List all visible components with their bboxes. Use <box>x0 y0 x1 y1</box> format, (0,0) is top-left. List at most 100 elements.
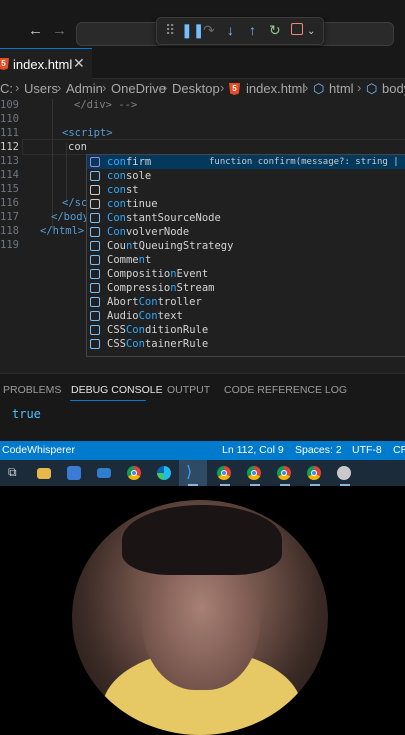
suggest-widget: confirm function confirm(message?: strin… <box>86 154 405 357</box>
suggestion-detail: function confirm(message?: string | unde <box>209 157 405 167</box>
suggestion-item[interactable]: const <box>87 183 405 197</box>
line-number: 113 <box>0 155 19 167</box>
running-app-indicator <box>280 484 290 486</box>
breadcrumb-desktop[interactable]: Desktop <box>172 81 220 96</box>
indent-guide <box>52 99 53 229</box>
breadcrumb-users[interactable]: Users <box>24 81 58 96</box>
pause-icon[interactable]: ❚❚ <box>181 22 204 38</box>
method-icon <box>90 157 100 167</box>
breadcrumb-body[interactable]: body <box>382 81 405 96</box>
task-view-icon[interactable]: ⧉ <box>8 465 22 479</box>
code-line: <script> <box>62 127 113 139</box>
suggestion-item[interactable]: ConvolverNode <box>87 225 405 239</box>
vscode-icon[interactable]: ⟩ <box>186 465 200 481</box>
suggestion-item[interactable]: CountQueuingStrategy <box>87 239 405 253</box>
running-app-indicator <box>220 484 230 486</box>
running-app-indicator <box>250 484 260 486</box>
drag-handle-icon[interactable]: ⠿ <box>165 22 175 38</box>
webcam-overlay <box>72 500 328 735</box>
chrome-profile-icon[interactable] <box>247 466 261 480</box>
line-number: 116 <box>0 197 19 209</box>
arrow-left-icon[interactable]: ← <box>28 22 43 39</box>
breadcrumb-drive[interactable]: C: <box>0 81 13 96</box>
suggestion-item[interactable]: CSSContainerRule <box>87 337 405 351</box>
variable-icon <box>90 171 100 181</box>
debug-toolbar: ⠿ ❚❚ ↷ ↓ ↑ ↻ ⌄ <box>156 17 324 45</box>
store-icon[interactable] <box>67 466 81 480</box>
chrome-profile-icon[interactable] <box>337 466 351 480</box>
status-eol[interactable]: CR <box>393 444 405 456</box>
chrome-profile-icon[interactable] <box>217 466 231 480</box>
step-over-icon[interactable]: ↷ <box>203 22 215 38</box>
variable-icon <box>90 283 100 293</box>
suggestion-item[interactable]: continue <box>87 197 405 211</box>
breadcrumb-html[interactable]: html <box>329 81 354 96</box>
running-app-indicator <box>310 484 320 486</box>
debug-console[interactable] <box>0 403 405 441</box>
suggestion-item[interactable]: AbortController <box>87 295 405 309</box>
chevron-down-icon[interactable]: ⌄ <box>307 24 315 40</box>
tab-code-reference-log[interactable]: CODE REFERENCE LOG <box>224 384 347 396</box>
suggestion-item[interactable]: Comment <box>87 253 405 267</box>
status-cursor-position[interactable]: Ln 112, Col 9 <box>222 444 284 456</box>
file-explorer-icon[interactable] <box>37 468 51 479</box>
chrome-icon[interactable] <box>127 466 141 480</box>
tab-problems[interactable]: PROBLEMS <box>3 384 61 396</box>
restart-icon[interactable]: ↻ <box>269 22 281 38</box>
variable-icon <box>90 339 100 349</box>
code-line: </sc <box>62 197 88 209</box>
line-number: 109 <box>0 99 19 111</box>
html5-file-icon: 5 <box>229 83 240 95</box>
variable-icon <box>90 269 100 279</box>
status-indentation[interactable]: Spaces: 2 <box>295 444 342 456</box>
status-encoding[interactable]: UTF-8 <box>352 444 382 456</box>
suggestion-item[interactable]: confirm function confirm(message?: strin… <box>87 155 405 169</box>
line-number: 111 <box>0 127 19 139</box>
variable-icon <box>90 297 100 307</box>
panel-tab-bar: PROBLEMS DEBUG CONSOLE OUTPUT CODE REFER… <box>0 373 405 404</box>
line-number: 117 <box>0 211 19 223</box>
suggestion-item[interactable]: CSSConditionRule <box>87 323 405 337</box>
running-app-indicator <box>340 484 350 486</box>
cube-icon: ⬡ <box>366 81 378 96</box>
console-output: true <box>12 407 41 421</box>
chrome-icon[interactable] <box>277 466 291 480</box>
active-app-indicator <box>188 484 198 486</box>
line-number: 115 <box>0 183 19 195</box>
chrome-icon[interactable] <box>307 466 321 480</box>
tab-index-html[interactable]: 5 index.html ✕ <box>0 48 92 79</box>
arrow-right-icon[interactable]: → <box>52 22 67 39</box>
close-icon[interactable]: ✕ <box>73 55 85 72</box>
breadcrumb-onedrive[interactable]: OneDrive <box>111 81 166 96</box>
tab-output[interactable]: OUTPUT <box>167 384 210 396</box>
step-out-icon[interactable]: ↑ <box>249 22 256 38</box>
status-bar: CodeWhisperer Ln 112, Col 9 Spaces: 2 UT… <box>0 441 405 460</box>
step-into-icon[interactable]: ↓ <box>227 22 234 38</box>
code-line-current[interactable]: con <box>68 141 87 153</box>
chevron-right-icon: › <box>163 80 168 95</box>
stop-icon[interactable] <box>291 23 303 35</box>
tab-debug-console[interactable]: DEBUG CONSOLE <box>71 384 163 396</box>
edge-icon[interactable] <box>157 466 171 480</box>
variable-icon <box>90 227 100 237</box>
line-number: 114 <box>0 169 19 181</box>
mail-icon[interactable] <box>97 468 111 478</box>
variable-icon <box>90 255 100 265</box>
presenter-hair <box>122 505 282 575</box>
breadcrumb-admin[interactable]: Admin <box>66 81 103 96</box>
code-line: </html> <box>40 225 85 237</box>
breadcrumb: C: › Users › Admin › OneDrive › Desktop … <box>0 79 405 99</box>
indent-guide <box>66 143 67 203</box>
status-codewhisperer[interactable]: CodeWhisperer <box>2 444 75 456</box>
suggestion-item[interactable]: CompressionStream <box>87 281 405 295</box>
code-line: </body <box>51 211 89 223</box>
html5-file-icon: 5 <box>0 58 9 70</box>
suggestion-item[interactable]: ConstantSourceNode <box>87 211 405 225</box>
breadcrumb-file[interactable]: index.html <box>246 81 305 96</box>
suggestion-item[interactable]: console <box>87 169 405 183</box>
line-number: 119 <box>0 239 19 251</box>
suggestion-item[interactable]: AudioContext <box>87 309 405 323</box>
suggestion-item[interactable]: CompositionEvent <box>87 267 405 281</box>
cube-icon: ⬡ <box>313 81 325 96</box>
code-line: </div> --> <box>74 99 138 111</box>
